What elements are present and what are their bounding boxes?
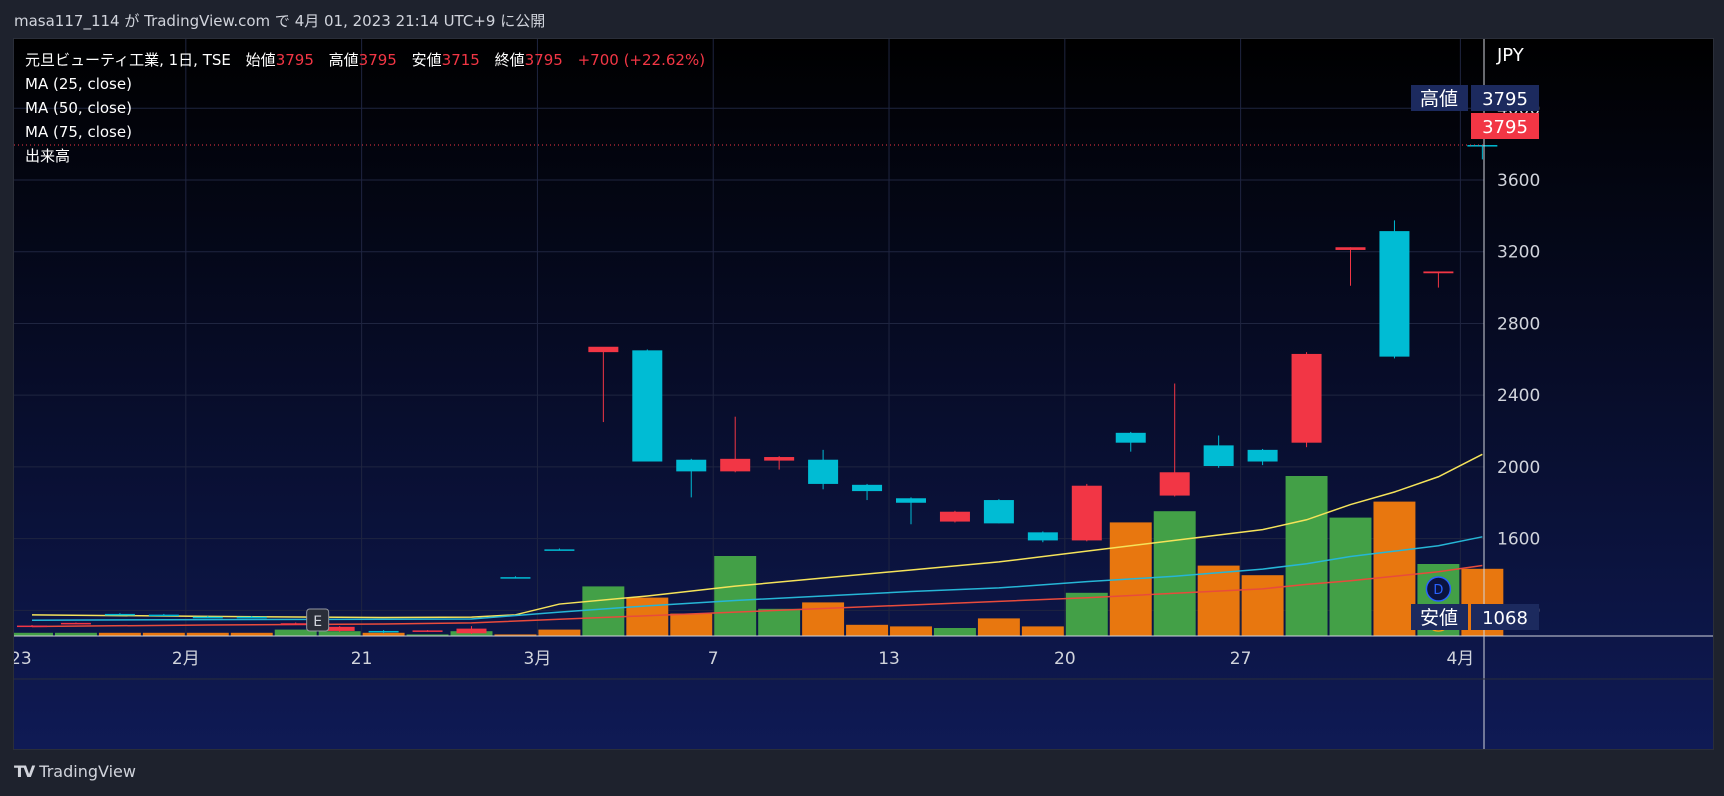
volume-bar [1241, 575, 1284, 636]
volume-bar [670, 613, 713, 636]
time-tick-label: 2023 [14, 649, 32, 669]
volume-bar [714, 556, 757, 636]
legend-ma50[interactable]: MA (50, close) [25, 96, 705, 120]
candle-body [412, 630, 443, 632]
price-tick-label: 2800 [1497, 314, 1540, 334]
footer: TV TradingView [14, 762, 136, 781]
candle-body [676, 459, 707, 472]
volume-bar [318, 631, 361, 636]
dividend-marker-label: D [1433, 583, 1443, 598]
candle-body [1291, 353, 1322, 443]
volume-bar [1285, 476, 1328, 636]
candle-body [500, 577, 531, 579]
symbol-name[interactable]: 元旦ビューティ工業, 1日, TSE [25, 51, 231, 69]
candle-body [17, 625, 47, 628]
low-label: 安値 [411, 51, 442, 69]
volume-bar [890, 626, 932, 636]
candle-body [1203, 445, 1234, 466]
close-label: 終値 [494, 51, 525, 69]
candle-body [544, 549, 575, 551]
candle-body [939, 511, 970, 522]
candle-body [632, 350, 663, 462]
volume-bar [1065, 592, 1108, 636]
earnings-marker-label: E [313, 614, 322, 630]
tradingview-logo-icon: TV [14, 762, 35, 781]
time-tick-label: 27 [1230, 649, 1252, 669]
candle-body [808, 459, 839, 484]
low-value: 3715 [441, 51, 480, 69]
tradingview-brand[interactable]: TradingView [39, 762, 136, 781]
candle-body [983, 500, 1014, 524]
currency-label: JPY [1496, 45, 1525, 66]
time-tick-label: 4月 [1446, 649, 1474, 669]
high-label: 高値 [1420, 88, 1458, 110]
candle-body [1423, 271, 1454, 274]
candle-body [896, 498, 926, 503]
candle-body [1027, 532, 1058, 541]
time-tick-label: 2月 [172, 649, 200, 669]
volume-bar [1153, 511, 1196, 636]
legend-ma75[interactable]: MA (75, close) [25, 120, 705, 144]
price-tick-label: 3200 [1497, 243, 1540, 263]
candle-body [852, 484, 883, 492]
candle-body [192, 616, 223, 619]
time-tick-label: 7 [708, 649, 719, 669]
price-tick-label: 1600 [1497, 530, 1540, 550]
candle-body [1115, 432, 1146, 443]
low-value: 1068 [1482, 608, 1528, 629]
legend-ohlc-row: 元旦ビューティ工業, 1日, TSE 始値3795 高値3795 安値3715 … [25, 48, 705, 72]
low-label: 安値 [1420, 607, 1458, 629]
candle-body [1247, 449, 1278, 462]
candle-body [1335, 247, 1366, 250]
price-tick-label: 3600 [1497, 171, 1540, 191]
time-tick-label: 20 [1054, 649, 1076, 669]
volume-bar [933, 628, 976, 636]
candle-body [456, 628, 487, 634]
candle-body [764, 457, 795, 461]
high-value: 3795 [358, 51, 397, 69]
candle-body [104, 613, 135, 616]
high-value: 3795 [1482, 89, 1528, 110]
volume-bar [1373, 501, 1416, 636]
volume-bar [1021, 626, 1064, 636]
candle-body [720, 458, 751, 472]
time-tick-label: 13 [878, 649, 900, 669]
candle-body [236, 616, 267, 619]
chart-legend: 元旦ビューティ工業, 1日, TSE 始値3795 高値3795 安値3715 … [25, 48, 705, 168]
open-value: 3795 [275, 51, 314, 69]
candle-body [60, 622, 91, 625]
change-value: +700 (+22.62%) [577, 51, 706, 69]
candle-body [148, 614, 179, 617]
legend-volume[interactable]: 出来高 [25, 144, 705, 168]
last-price-value: 3795 [1482, 117, 1528, 138]
candle-body [368, 630, 399, 633]
candle-body [1071, 485, 1102, 541]
volume-bar [1197, 565, 1240, 636]
volume-bar [758, 608, 801, 636]
price-tick-label: 2400 [1497, 386, 1540, 406]
volume-bar [846, 624, 889, 636]
candle-body [588, 346, 619, 353]
legend-ma25[interactable]: MA (25, close) [25, 72, 705, 96]
volume-bar [1329, 517, 1372, 636]
high-label: 高値 [328, 51, 359, 69]
candle-body [1379, 231, 1410, 357]
price-tick-label: 2000 [1497, 458, 1540, 478]
publish-header: masa117_114 が TradingView.com で 4月 01, 2… [14, 12, 546, 30]
time-tick-label: 3月 [524, 649, 552, 669]
close-value: 3795 [524, 51, 563, 69]
volume-bar [538, 629, 581, 636]
time-tick-label: 21 [351, 649, 373, 669]
volume-bar [977, 618, 1020, 636]
volume-bar [582, 586, 625, 636]
open-label: 始値 [245, 51, 276, 69]
candle-body [1159, 472, 1190, 496]
